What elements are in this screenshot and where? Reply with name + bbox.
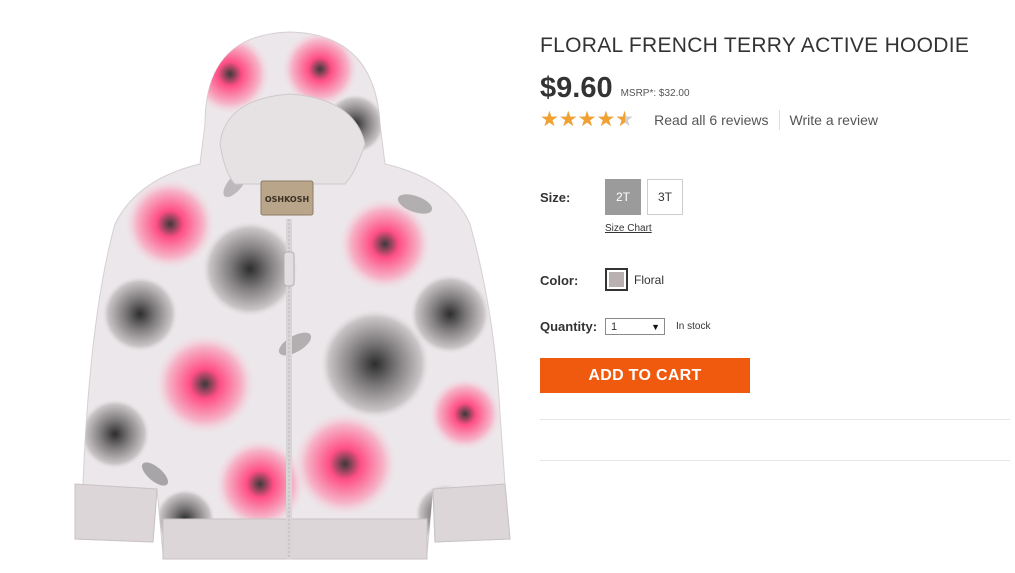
msrp-price: MSRP*: $32.00 [620,88,690,99]
color-label: Color: [540,273,579,288]
section-divider [540,419,1010,420]
chevron-down-icon: ▼ [651,321,660,332]
add-to-cart-button[interactable]: ADD TO CART [540,358,750,393]
quantity-value: 1 [611,320,618,333]
size-option-2t[interactable]: 2T [605,179,641,215]
stock-status: In stock [676,321,711,332]
star-rating: ★★★★★ ★★★★★ [540,108,634,132]
quantity-label: Quantity: [540,319,598,334]
write-review-link[interactable]: Write a review [790,112,878,128]
color-name: Floral [634,272,665,287]
brand-tag: OSHKOSH [265,195,309,204]
size-chart-link[interactable]: Size Chart [605,223,652,234]
size-label: Size: [540,190,571,205]
product-details: FLORAL FRENCH TERRY ACTIVE HOODIE $9.60 … [540,0,1010,573]
product-title: FLORAL FRENCH TERRY ACTIVE HOODIE [540,34,970,57]
size-options: 2T 3T [605,179,683,215]
swatch-fill [609,272,624,287]
quantity-row: 1 ▼ In stock [605,318,710,335]
star-icon-filled: ★★★★★ [540,108,625,131]
size-option-3t[interactable]: 3T [647,179,683,215]
sale-price: $9.60 [540,72,613,104]
divider [778,110,780,130]
section-divider [540,460,1010,461]
color-swatch-floral[interactable] [605,268,628,291]
color-row: Floral [605,268,664,291]
hoodie-illustration: OSHKOSH [74,31,511,560]
price-row: $9.60 MSRP*: $32.00 [540,69,690,103]
read-reviews-link[interactable]: Read all 6 reviews [654,112,768,128]
rating-row: ★★★★★ ★★★★★ Read all 6 reviews Write a r… [540,108,878,132]
product-image[interactable]: OSHKOSH [55,14,525,570]
quantity-select[interactable]: 1 ▼ [605,318,665,335]
